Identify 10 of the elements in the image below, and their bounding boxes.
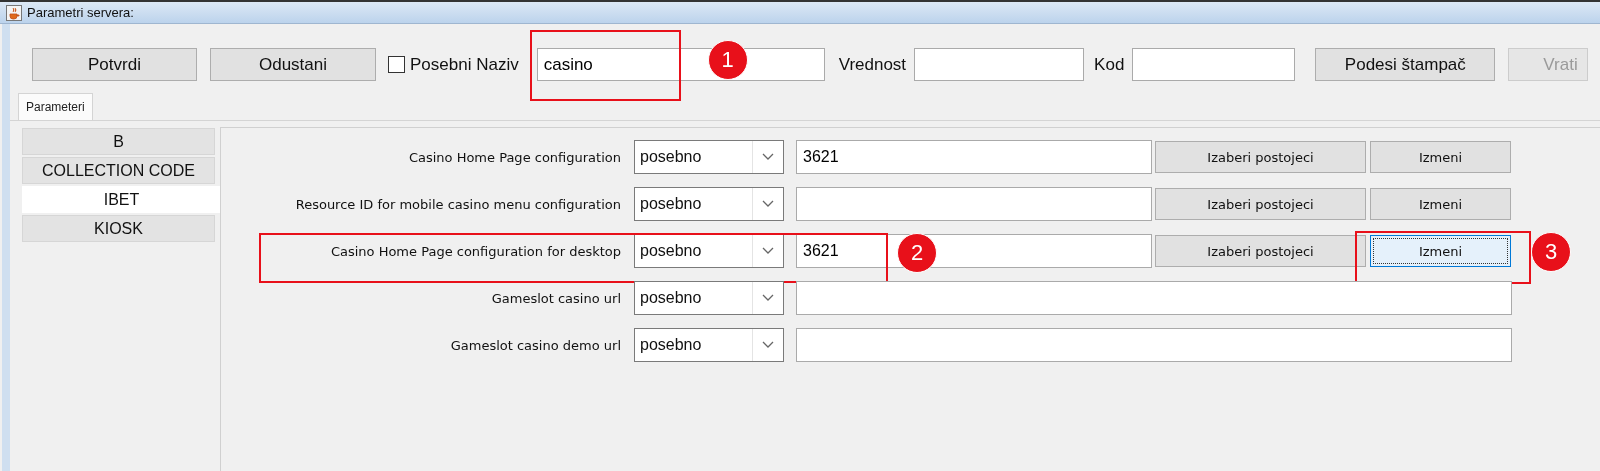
field-label: Vrednost: [838, 54, 907, 75]
parameter-label: Gameslot casino url: [490, 290, 621, 306]
field-label: Kod: [1094, 54, 1125, 75]
parameter-label: Casino Home Page configuration for desktop: [329, 243, 621, 259]
parameter-label: Resource ID for mobile casino menu configuration: [294, 196, 621, 212]
window-title: Parametri servera:: [27, 5, 134, 20]
callout-badge-overlay: 3: [1531, 232, 1571, 272]
parameter-label: Casino Home Page configuration: [407, 149, 621, 165]
checkbox-label: Posebni Naziv: [410, 54, 519, 75]
parameter-label: Gameslot casino demo url: [449, 337, 621, 353]
